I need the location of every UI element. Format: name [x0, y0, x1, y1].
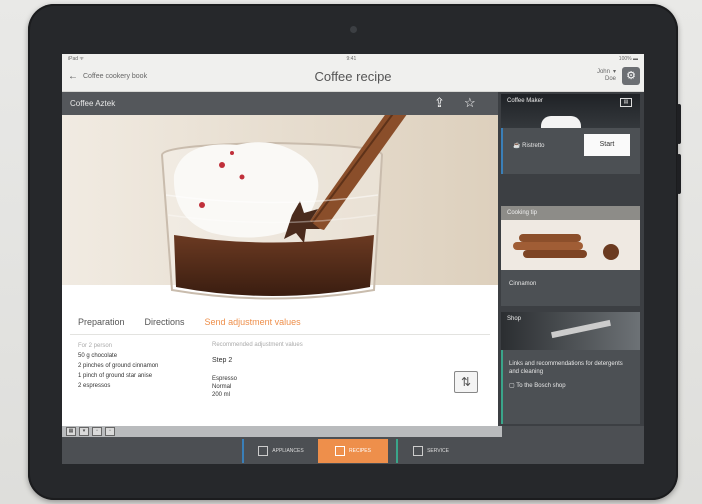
recipe-details: For 2 person 50 g chocolate 2 pinches of…	[62, 335, 498, 425]
status-bar: iPad ᯤ 9:41 100% ▬	[62, 54, 644, 63]
user-menu[interactable]: John ▾ Doe	[597, 69, 616, 83]
start-button[interactable]: Start	[584, 134, 630, 156]
step-label: Step 2	[212, 357, 233, 364]
coffee-glass-image	[62, 115, 498, 310]
status-carrier: iPad ᯤ	[68, 55, 84, 62]
tab-appliances[interactable]: APPLIANCES	[242, 439, 318, 463]
status-time: 9:41	[346, 55, 357, 62]
toolbar-icon[interactable]: ▦	[66, 427, 76, 436]
tab-appliances-label: APPLIANCES	[272, 448, 304, 454]
user-last-name: Doe	[604, 76, 616, 82]
cup-icon: ☕	[513, 143, 521, 149]
service-icon	[413, 446, 424, 456]
tablet-frame: iPad ᯤ 9:41 100% ▬ ← Coffee cookery book…	[28, 4, 681, 500]
bottom-bar: ▦ ▾ ▫ ▫ APPLIANCES RECIPES SERVICE	[62, 426, 644, 464]
cooking-tip-caption: Cinnamon	[509, 281, 537, 287]
cooking-tip-card[interactable]: Cooking tip Cinnamon	[501, 206, 640, 306]
cooking-tip-title: Cooking tip	[501, 206, 640, 220]
chevron-down-icon[interactable]: ▾	[79, 427, 89, 436]
appliance-icon: ▤	[620, 98, 632, 107]
tab-service[interactable]: SERVICE	[396, 439, 464, 463]
ingredient-item: 1 pinch of ground star anise	[78, 373, 153, 379]
ingredient-item: 2 pinches of ground cinnamon	[78, 363, 159, 369]
recipe-title: Coffee Aztek	[70, 99, 116, 108]
send-to-appliance-icon[interactable]: ⇅	[454, 371, 478, 393]
mini-toolbar: ▦ ▾ ▫ ▫	[62, 426, 502, 437]
adjustment-values: Recommended adjustment values Step 2 Esp…	[212, 341, 303, 399]
chevron-down-icon: ▾	[612, 69, 616, 75]
appliances-icon	[258, 446, 269, 456]
tab-service-label: SERVICE	[427, 448, 449, 454]
ingredient-item: 50 g chocolate	[78, 353, 118, 359]
coffee-maker-card[interactable]: Coffee Maker ▤ ☕ Ristretto Start	[501, 94, 640, 174]
cinnamon-image	[501, 220, 640, 270]
camera	[350, 26, 357, 33]
recipes-icon	[335, 446, 346, 456]
coffee-maker-controls: ☕ Ristretto Start	[501, 128, 640, 174]
ristretto-option[interactable]: ☕ Ristretto	[505, 142, 545, 149]
link-icon: ▢	[509, 383, 515, 389]
coffee-cup-icon	[541, 116, 581, 128]
ristretto-label: Ristretto	[522, 143, 545, 149]
sidebar: Coffee Maker ▤ ☕ Ristretto Start Cooking…	[498, 92, 644, 426]
recipe-photo	[62, 115, 498, 310]
tab-preparation[interactable]: Preparation	[78, 317, 125, 327]
shop-image: Shop	[501, 312, 640, 350]
toolbar-icon[interactable]: ▫	[92, 427, 102, 436]
nav-bar: ← Coffee cookery book Coffee recipe John…	[62, 63, 644, 92]
tab-directions[interactable]: Directions	[145, 317, 185, 327]
user-first-name: John	[596, 69, 610, 75]
recipe-tabs: Preparation Directions Send adjustment v…	[70, 310, 490, 335]
settings-gear-icon[interactable]: ⚙	[622, 67, 640, 85]
toolbar-icon[interactable]: ▫	[105, 427, 115, 436]
shop-card[interactable]: Shop Links and recommendations for deter…	[501, 312, 640, 424]
share-icon[interactable]: ⇪	[434, 95, 445, 111]
ingredients-list: For 2 person 50 g chocolate 2 pinches of…	[78, 341, 158, 391]
volume-button	[677, 104, 681, 144]
adjustment-value: Espresso	[212, 376, 238, 382]
adjustment-value: 200 ml	[212, 392, 231, 398]
coffee-maker-image: Coffee Maker ▤	[501, 94, 640, 128]
ingredient-item: 2 espressos	[78, 383, 111, 389]
shop-title: Shop	[507, 316, 522, 322]
recipe-panel: Coffee Aztek ⇪ ☆ Preparation Directions …	[62, 92, 498, 426]
screen: iPad ᯤ 9:41 100% ▬ ← Coffee cookery book…	[62, 54, 644, 464]
shop-link-label: To the Bosch shop	[516, 383, 566, 389]
favorite-star-icon[interactable]: ☆	[464, 95, 476, 111]
status-battery: 100% ▬	[618, 55, 638, 62]
volume-button	[677, 154, 681, 194]
adjustment-value: Normal	[212, 384, 232, 390]
shop-text: Links and recommendations for detergents…	[509, 361, 623, 375]
tab-send-adjustment-values[interactable]: Send adjustment values	[205, 317, 301, 327]
shop-link[interactable]: ▢ To the Bosch shop	[501, 382, 640, 389]
portion-label: For 2 person	[78, 343, 113, 349]
tab-recipes[interactable]: RECIPES	[318, 439, 388, 463]
recipe-header: Coffee Aztek ⇪ ☆	[62, 92, 498, 115]
page-title: Coffee recipe	[314, 69, 392, 84]
adjustment-heading: Recommended adjustment values	[212, 342, 303, 348]
tab-recipes-label: RECIPES	[349, 448, 371, 454]
